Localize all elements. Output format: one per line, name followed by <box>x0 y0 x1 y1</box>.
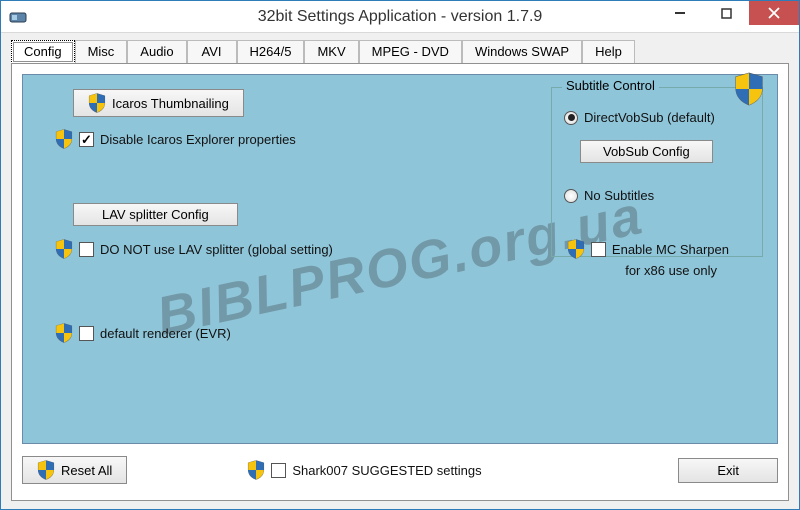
tab-h264[interactable]: H264/5 <box>237 40 305 64</box>
radio-directvobsub-label: DirectVobSub (default) <box>584 110 715 125</box>
default-renderer-label: default renderer (EVR) <box>100 326 231 341</box>
reset-all-button[interactable]: Reset All <box>22 456 127 484</box>
tab-mkv[interactable]: MKV <box>304 40 358 64</box>
tab-strip: Config Misc Audio AVI H264/5 MKV MPEG - … <box>1 33 799 63</box>
icaros-thumbnailing-label: Icaros Thumbnailing <box>112 96 229 111</box>
reset-all-label: Reset All <box>61 463 112 478</box>
shield-icon <box>55 239 73 259</box>
shield-icon <box>55 129 73 149</box>
mc-sharpen-checkbox[interactable] <box>591 242 606 257</box>
mc-sharpen-label: Enable MC Sharpen <box>612 242 729 257</box>
maximize-button[interactable] <box>703 1 749 25</box>
shield-icon <box>55 323 73 343</box>
shield-icon <box>567 239 585 259</box>
close-button[interactable] <box>749 1 799 25</box>
tab-avi[interactable]: AVI <box>187 40 237 64</box>
shield-icon <box>247 460 265 480</box>
shield-icon <box>88 93 106 113</box>
tab-misc[interactable]: Misc <box>75 40 128 64</box>
radio-directvobsub[interactable] <box>564 111 578 125</box>
minimize-button[interactable] <box>657 1 703 25</box>
vobsub-config-label: VobSub Config <box>603 144 690 159</box>
application-window: 32bit Settings Application - version 1.7… <box>0 0 800 510</box>
radio-no-subtitles[interactable] <box>564 189 578 203</box>
subtitle-control-legend: Subtitle Control <box>562 78 659 93</box>
tab-mpeg-dvd[interactable]: MPEG - DVD <box>359 40 462 64</box>
footer-bar: Reset All Shark007 SUGGESTED settings Ex… <box>22 450 778 490</box>
tab-panel: BIBLPROG.org.ua Icaros Thumbnailing Disa… <box>11 63 789 501</box>
suggested-settings-checkbox[interactable] <box>271 463 286 478</box>
tab-help[interactable]: Help <box>582 40 635 64</box>
no-lav-splitter-label: DO NOT use LAV splitter (global setting) <box>100 242 333 257</box>
disable-icaros-label: Disable Icaros Explorer properties <box>100 132 296 147</box>
titlebar[interactable]: 32bit Settings Application - version 1.7… <box>1 1 799 33</box>
vobsub-config-button[interactable]: VobSub Config <box>580 140 713 163</box>
lav-splitter-config-label: LAV splitter Config <box>102 207 209 222</box>
mc-sharpen-sublabel: for x86 use only <box>625 263 717 278</box>
shield-icon <box>734 72 764 106</box>
tab-audio[interactable]: Audio <box>127 40 186 64</box>
shield-icon <box>37 460 55 480</box>
subtitle-control-group: Subtitle Control DirectVobSub (default) … <box>551 87 763 257</box>
no-lav-splitter-checkbox[interactable] <box>79 242 94 257</box>
radio-no-subtitles-label: No Subtitles <box>584 188 654 203</box>
default-renderer-checkbox[interactable] <box>79 326 94 341</box>
exit-label: Exit <box>717 463 739 478</box>
icaros-thumbnailing-button[interactable]: Icaros Thumbnailing <box>73 89 244 117</box>
lav-splitter-config-button[interactable]: LAV splitter Config <box>73 203 238 226</box>
tab-config[interactable]: Config <box>11 40 75 64</box>
exit-button[interactable]: Exit <box>678 458 778 483</box>
disable-icaros-checkbox[interactable] <box>79 132 94 147</box>
config-panel: BIBLPROG.org.ua Icaros Thumbnailing Disa… <box>22 74 778 444</box>
tab-windows-swap[interactable]: Windows SWAP <box>462 40 582 64</box>
suggested-settings-label: Shark007 SUGGESTED settings <box>292 463 481 478</box>
app-icon <box>9 9 29 25</box>
